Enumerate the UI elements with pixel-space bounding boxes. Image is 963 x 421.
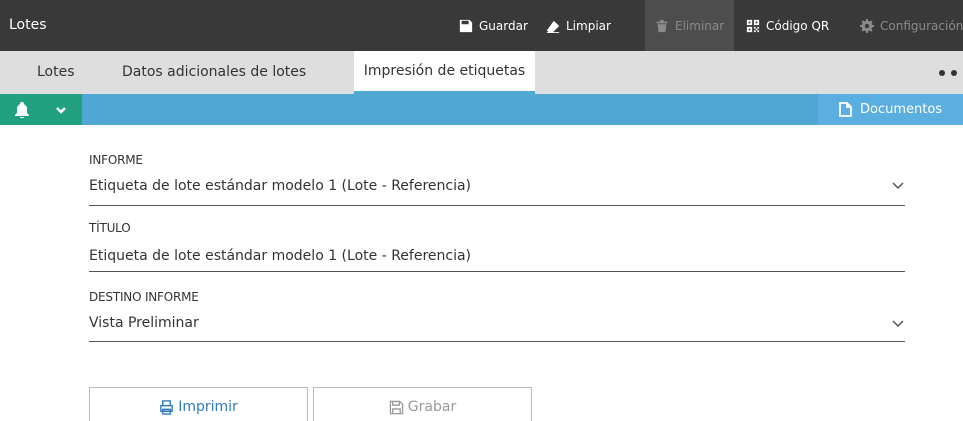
trash-icon [656, 19, 668, 32]
eliminar-button[interactable]: Eliminar [645, 0, 735, 51]
limpiar-label: Limpiar [566, 18, 611, 33]
destino-informe-label: DESTINO INFORME [89, 290, 199, 304]
chevron-down-icon[interactable] [892, 182, 904, 190]
destino-informe-select[interactable]: Vista Preliminar [89, 315, 905, 331]
eraser-icon [546, 20, 560, 33]
action-bar: Documentos [0, 94, 963, 125]
tab-bar: Lotes Datos adicionales de lotes Impresi… [0, 51, 963, 94]
informe-select[interactable]: Etiqueta de lote estándar modelo 1 (Lote… [89, 178, 905, 194]
informe-label: INFORME [89, 153, 143, 167]
destino-informe-underline [89, 341, 905, 342]
titulo-input[interactable]: Etiqueta de lote estándar modelo 1 (Lote… [89, 248, 905, 264]
qr-code-icon [746, 19, 760, 32]
configuracion-button[interactable]: Configuración [860, 0, 963, 51]
guardar-button[interactable]: Guardar [459, 0, 528, 51]
document-icon [839, 102, 852, 117]
limpiar-button[interactable]: Limpiar [546, 0, 611, 51]
tab-impresion-etiquetas[interactable]: Impresión de etiquetas [354, 51, 535, 94]
gear-icon [860, 18, 874, 33]
app-title: Lotes [9, 17, 47, 33]
floppy-disk-icon [389, 400, 404, 414]
grabar-label: Grabar [407, 399, 457, 415]
floppy-disk-icon [459, 19, 473, 32]
more-options-icon[interactable] [939, 51, 963, 94]
tab-lotes[interactable]: Lotes [37, 51, 75, 94]
titulo-label: TÍTULO [89, 221, 131, 235]
chevron-down-icon [56, 107, 66, 114]
imprimir-label: Imprimir [178, 399, 238, 415]
eliminar-label: Eliminar [675, 18, 725, 33]
top-toolbar: Lotes Guardar Limpiar Eliminar Código QR… [0, 0, 963, 51]
codigo-qr-button[interactable]: Código QR [746, 0, 829, 51]
imprimir-button[interactable]: Imprimir [89, 387, 308, 421]
informe-underline [89, 205, 905, 206]
titulo-underline [89, 271, 905, 272]
documentos-label: Documentos [860, 102, 943, 117]
notifications-dropdown[interactable] [0, 94, 82, 125]
guardar-label: Guardar [479, 18, 528, 33]
tab-datos-adicionales[interactable]: Datos adicionales de lotes [122, 51, 306, 94]
bell-icon [15, 102, 29, 118]
codigo-qr-label: Código QR [766, 18, 830, 33]
chevron-down-icon[interactable] [892, 320, 904, 328]
configuracion-label: Configuración [880, 18, 963, 33]
grabar-button[interactable]: Grabar [313, 387, 532, 421]
printer-icon [160, 399, 174, 415]
documentos-button[interactable]: Documentos [818, 94, 963, 125]
